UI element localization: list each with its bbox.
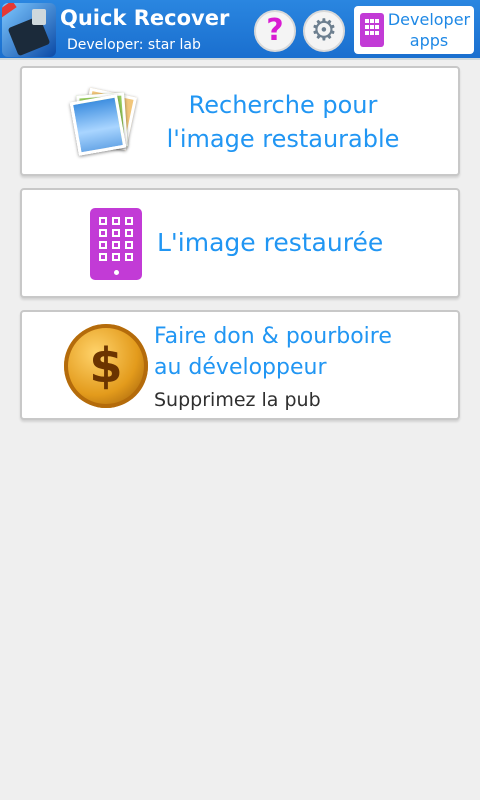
tablet-icon [360, 13, 384, 47]
help-button[interactable]: ? [254, 10, 296, 52]
remove-ads-label: Supprimez la pub [154, 389, 321, 411]
developer-apps-label: Developer apps [387, 10, 471, 50]
donate-label-2: au développeur [154, 355, 327, 380]
restored-images-label: L'image restaurée [157, 228, 384, 257]
search-restorable-images-button[interactable]: Recherche pour l'image restaurable [20, 66, 460, 176]
photos-icon [69, 87, 138, 156]
app-title: Quick Recover [60, 6, 230, 30]
donate-button[interactable]: $ Faire don & pourboire au développeur S… [20, 310, 460, 420]
gear-icon: ⚙ [310, 13, 338, 48]
tablet-icon [90, 208, 142, 280]
dollar-coin-icon: $ [64, 324, 148, 408]
search-restorable-label: Recherche pour l'image restaurable [166, 91, 400, 153]
developer-apps-button[interactable]: Developer apps [354, 6, 474, 54]
app-header: Quick Recover Developer: star lab ? ⚙ De… [0, 0, 480, 60]
donate-label: Faire don & pourboire [154, 324, 392, 349]
settings-button[interactable]: ⚙ [303, 10, 345, 52]
question-mark-icon: ? [266, 13, 284, 48]
developer-label: Developer: star lab [67, 37, 201, 53]
app-logo-icon [2, 3, 56, 57]
restored-images-button[interactable]: L'image restaurée [20, 188, 460, 298]
